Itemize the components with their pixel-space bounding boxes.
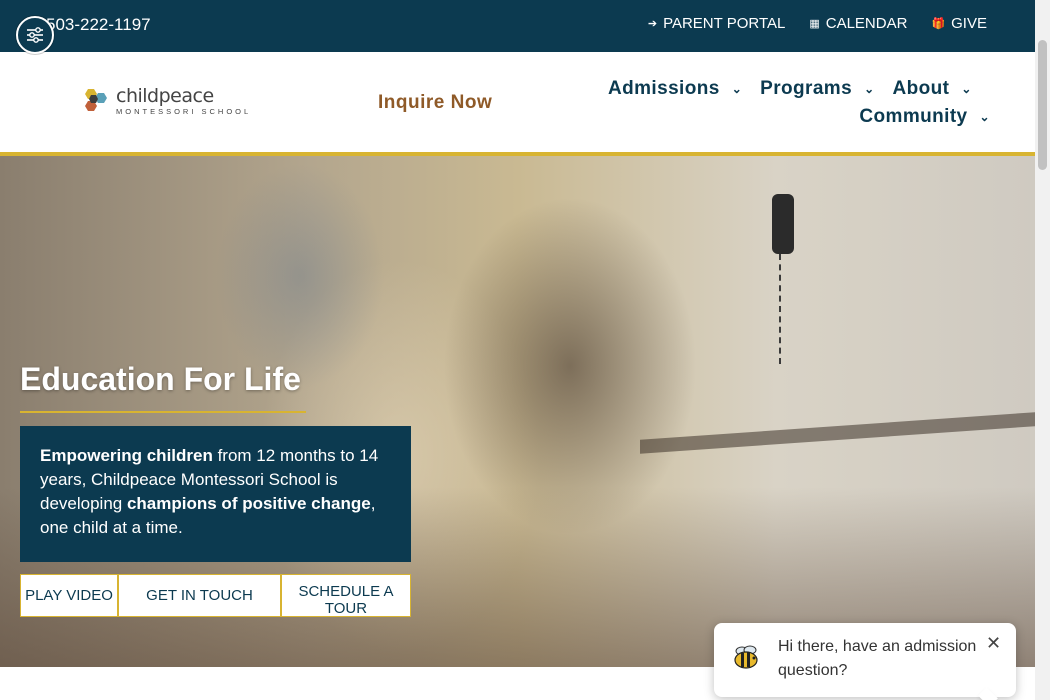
- nav-item-admissions[interactable]: Admissions ⌄: [608, 78, 742, 100]
- site-logo[interactable]: childpeace MONTESSORI SCHOOL: [80, 86, 251, 116]
- parent-portal-link[interactable]: ➔ PARENT PORTAL: [648, 15, 785, 32]
- hero-title: Education For Life: [20, 361, 301, 397]
- logo-name: childpeace: [116, 85, 214, 107]
- inquire-now-link[interactable]: Inquire Now: [378, 92, 492, 114]
- chevron-down-icon: ⌄: [961, 82, 972, 96]
- chat-widget[interactable]: Hi there, have an admission question? ✕: [714, 623, 1016, 700]
- parent-portal-label: PARENT PORTAL: [663, 15, 786, 32]
- logo-text: childpeace MONTESSORI SCHOOL: [116, 86, 251, 116]
- chat-bubble-tail: [978, 687, 998, 700]
- nav-label: About: [892, 78, 950, 99]
- hero-description-card: Empowering children from 12 months to 14…: [20, 426, 411, 562]
- wall-phone-image: [772, 194, 794, 254]
- utility-links: ➔ PARENT PORTAL ▦ CALENDAR 🎁 GIVE: [648, 15, 987, 32]
- nav-item-community[interactable]: Community ⌄: [859, 106, 990, 128]
- logo-subtitle: MONTESSORI SCHOOL: [116, 107, 252, 116]
- site-header: childpeace MONTESSORI SCHOOL Inquire Now…: [0, 52, 1035, 156]
- phone-cord-image: [779, 254, 787, 364]
- hero-divider: [20, 411, 306, 413]
- main-nav-row: Admissions ⌄ Programs ⌄ About ⌄: [608, 78, 990, 100]
- nav-item-programs[interactable]: Programs ⌄: [760, 78, 874, 100]
- accessibility-settings-button[interactable]: [16, 16, 54, 54]
- hexagon-logo-icon: [85, 89, 107, 111]
- schedule-tour-button[interactable]: SCHEDULE A TOUR: [281, 574, 411, 617]
- nav-label: Community: [859, 106, 968, 127]
- hero-buttons: PLAY VIDEO GET IN TOUCH SCHEDULE A TOUR: [20, 574, 411, 617]
- chevron-down-icon: ⌄: [731, 82, 743, 96]
- bee-icon: [734, 645, 758, 669]
- chevron-down-icon: ⌄: [979, 110, 990, 124]
- phone-number[interactable]: 503-222-1197: [46, 15, 151, 35]
- play-video-button[interactable]: PLAY VIDEO: [20, 574, 118, 617]
- top-utility-bar: 503-222-1197 ➔ PARENT PORTAL ▦ CALENDAR …: [0, 0, 1035, 52]
- chat-message: Hi there, have an admission question?: [778, 638, 977, 679]
- scrollbar-thumb[interactable]: [1038, 40, 1047, 170]
- get-in-touch-button[interactable]: GET IN TOUCH: [118, 574, 281, 617]
- sign-in-icon: ➔: [647, 18, 658, 30]
- hero-background-bench: [640, 412, 1035, 454]
- main-nav: Admissions ⌄ Programs ⌄ About ⌄ Communit…: [608, 78, 990, 128]
- hero-section: Education For Life Empowering children f…: [0, 156, 1035, 667]
- sliders-icon: [27, 27, 43, 43]
- give-label: GIVE: [951, 15, 987, 32]
- nav-item-about[interactable]: About ⌄: [893, 78, 972, 100]
- hero-text-bold: Empowering children: [40, 446, 213, 465]
- gift-icon: 🎁: [931, 18, 946, 30]
- calendar-link[interactable]: ▦ CALENDAR: [809, 15, 907, 32]
- give-link[interactable]: 🎁 GIVE: [931, 15, 987, 32]
- nav-label: Admissions: [608, 78, 720, 99]
- nav-label: Programs: [760, 78, 853, 99]
- close-icon[interactable]: ✕: [986, 633, 1001, 654]
- page-scrollbar[interactable]: [1035, 0, 1050, 700]
- calendar-icon: ▦: [809, 18, 820, 30]
- hero-text-bold: champions of positive change: [126, 494, 371, 513]
- main-nav-row: Community ⌄: [608, 106, 990, 128]
- chevron-down-icon: ⌄: [864, 82, 875, 96]
- calendar-label: CALENDAR: [825, 15, 908, 32]
- page: 503-222-1197 ➔ PARENT PORTAL ▦ CALENDAR …: [0, 0, 1050, 700]
